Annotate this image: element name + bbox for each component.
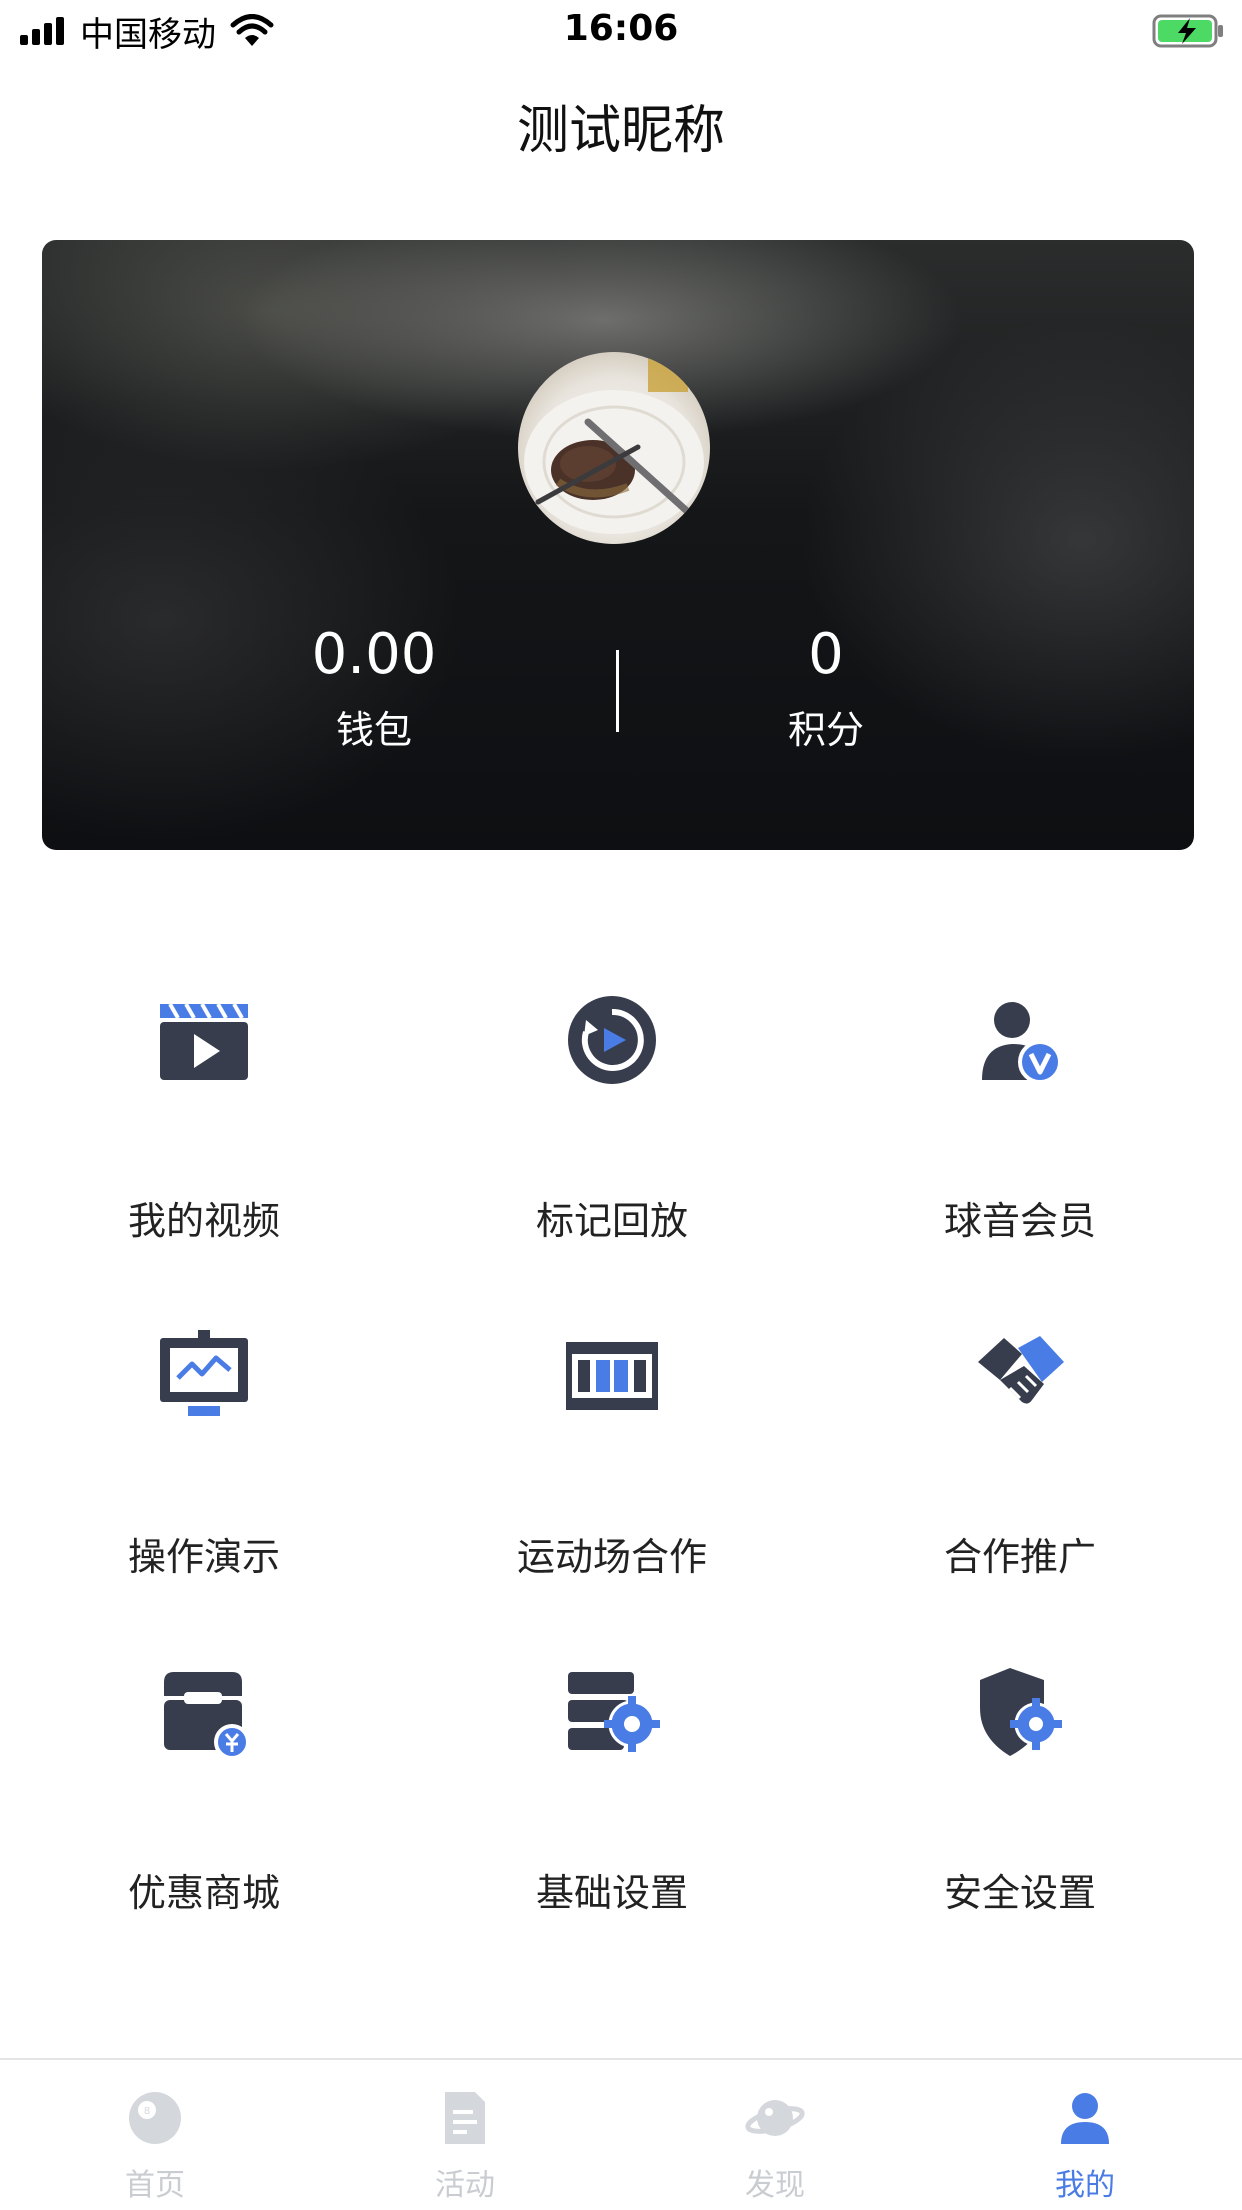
menu-label: 标记回放 [535, 1199, 688, 1243]
tab-label: 首页 [125, 2168, 185, 2203]
menu-item-demo[interactable]: 操作演示 [54, 1326, 354, 1586]
shop-icon [164, 1672, 250, 1760]
menu-label: 运动场合作 [516, 1535, 707, 1579]
menu-label: 操作演示 [127, 1535, 280, 1579]
battery-charging-icon [1152, 14, 1223, 48]
stat-divider [616, 650, 619, 732]
avatar[interactable] [518, 352, 710, 544]
billiard-ball-icon: 8 [129, 2092, 181, 2144]
security-settings-icon [980, 1668, 1062, 1756]
video-clapper-icon [160, 1003, 248, 1080]
server-settings-icon [568, 1672, 660, 1752]
menu-item-mark-replay[interactable]: 标记回放 [462, 990, 762, 1250]
replay-icon [568, 996, 656, 1084]
handshake-icon [978, 1336, 1064, 1404]
document-icon [445, 2092, 485, 2144]
status-time: 16:06 [563, 8, 679, 49]
menu-item-vip-member[interactable]: 球音会员 [870, 990, 1170, 1250]
profile-card: 0.00 钱包 0 积分 [42, 240, 1194, 850]
tab-mine[interactable]: 我的 [930, 2060, 1240, 2210]
menu-item-stadium[interactable]: 运动场合作 [462, 1326, 762, 1586]
tab-discover[interactable]: 发现 [620, 2060, 930, 2210]
tab-label: 活动 [435, 2168, 495, 2203]
menu-item-security-settings[interactable]: 安全设置 [870, 1662, 1170, 1922]
tab-home[interactable]: 8 首页 [0, 2060, 310, 2210]
vip-member-icon [982, 1002, 1062, 1084]
tab-label: 发现 [745, 2168, 805, 2203]
wallet-stat[interactable]: 0.00 钱包 [244, 620, 504, 758]
tab-activity[interactable]: 活动 [310, 2060, 620, 2210]
points-value: 0 [808, 622, 844, 687]
menu-item-basic-settings[interactable]: 基础设置 [462, 1662, 762, 1922]
menu-label: 优惠商城 [127, 1871, 280, 1915]
menu-label: 安全设置 [943, 1871, 1096, 1915]
stadium-icon [566, 1342, 658, 1410]
user-icon [1061, 2093, 1109, 2144]
wallet-label: 钱包 [335, 708, 412, 752]
tab-bar: 8 首页 活动 发现 我的 [0, 2058, 1242, 2208]
points-label: 积分 [787, 708, 864, 752]
page-title: 测试昵称 [516, 101, 725, 161]
menu-label: 球音会员 [943, 1199, 1096, 1243]
avatar-photo [524, 352, 704, 534]
menu-label: 我的视频 [127, 1199, 280, 1243]
menu-item-mall[interactable]: 优惠商城 [54, 1662, 354, 1922]
status-bar: 中国移动 16:06 [0, 0, 1242, 62]
planet-icon [745, 2100, 805, 2136]
menu-item-promotion[interactable]: 合作推广 [870, 1326, 1170, 1586]
menu-label: 基础设置 [535, 1871, 688, 1915]
points-stat[interactable]: 0 积分 [696, 620, 956, 758]
wallet-value: 0.00 [311, 622, 437, 687]
presentation-icon [160, 1330, 248, 1416]
svg-text:8: 8 [144, 2106, 150, 2117]
menu-item-my-videos[interactable]: 我的视频 [54, 990, 354, 1250]
menu-label: 合作推广 [943, 1535, 1096, 1579]
tab-label: 我的 [1055, 2168, 1115, 2203]
